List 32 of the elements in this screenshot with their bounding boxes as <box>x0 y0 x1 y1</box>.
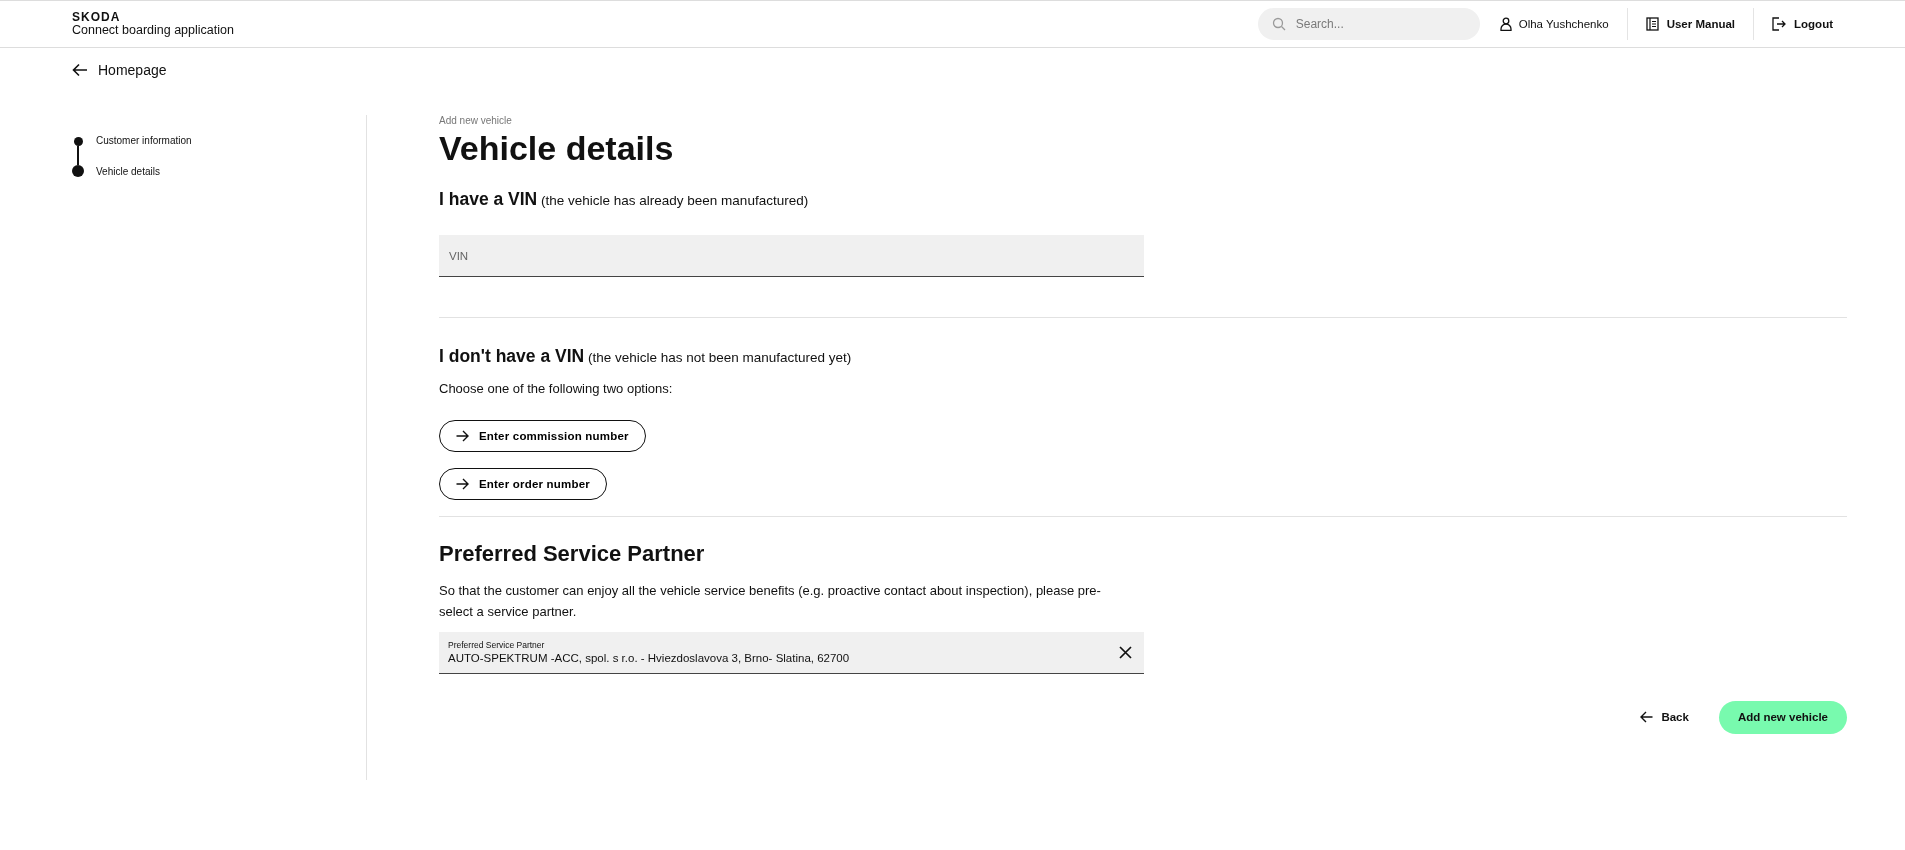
field-value: AUTO-SPEKTRUM -ACC, spol. s r.o. - Hviezdoslavova 3, Brno- Slatina, 62700 <box>448 652 850 665</box>
user-name: Olha Yushchenko <box>1518 18 1609 30</box>
section-heading: I have a VIN (the vehicle has already been manufactured) <box>439 189 810 211</box>
brand-logo: SKODA <box>72 10 122 24</box>
option-button[interactable]: Enter commission number <box>439 420 646 453</box>
step-link[interactable]: Customer information <box>96 136 192 146</box>
arrow-right-icon <box>456 430 469 443</box>
breadcrumb: Add new vehicle <box>439 115 513 126</box>
arrow-left-icon <box>72 63 88 77</box>
app-name: Connect boarding application <box>72 23 234 38</box>
book-icon <box>1645 17 1659 31</box>
section-title: Preferred Service Partner <box>439 541 706 568</box>
header-link[interactable]: User Manual <box>1627 17 1754 31</box>
user-icon <box>1499 17 1512 31</box>
page-title: Vehicle details <box>439 130 675 168</box>
logout-icon <box>1772 17 1787 31</box>
arrow-right-icon <box>456 478 469 491</box>
header-link[interactable]: Logout <box>1754 17 1833 31</box>
description-text: So that the customer can enjoy all the vehicle service benefits (e.g. proactive contact about inspection), please pre-select a service partner. <box>439 582 1102 621</box>
instruction-text: Choose one of the following two options: <box>439 381 674 397</box>
field-label: Preferred Service Partner <box>448 640 546 651</box>
close-icon[interactable] <box>1119 645 1132 659</box>
back-button[interactable]: Back <box>1634 710 1695 725</box>
homepage-link[interactable]: Homepage <box>72 60 167 80</box>
service-partner-field[interactable]: Preferred Service Partner AUTO-SPEKTRUM -ACC, spol. s r.o. - Hviezdoslavova 3, Brno- Slatina, 62700 <box>439 631 1144 674</box>
arrow-left-icon <box>1640 711 1654 724</box>
option-button[interactable]: Enter order number <box>439 468 607 501</box>
search-field[interactable]: Search... <box>1257 8 1480 40</box>
vin-input-field[interactable]: VIN <box>439 235 1144 278</box>
add-vehicle-button[interactable]: Add new vehicle <box>1718 700 1847 734</box>
section-heading: I don't have a VIN (the vehicle has not been manufactured yet) <box>439 346 853 368</box>
step-link[interactable]: Vehicle details <box>96 167 160 177</box>
